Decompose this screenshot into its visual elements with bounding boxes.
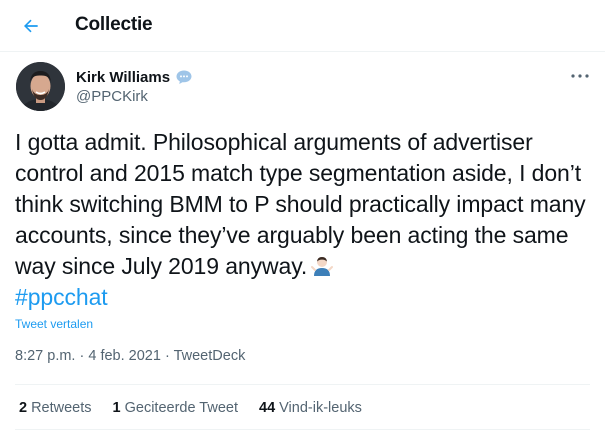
quotes-stat[interactable]: 1 Geciteerde Tweet [113, 400, 238, 416]
tweet-source[interactable]: TweetDeck [174, 348, 246, 364]
more-icon [571, 74, 589, 78]
page-title: Collectie [75, 14, 153, 35]
avatar[interactable] [16, 62, 65, 111]
tweet-date[interactable]: 4 feb. 2021 [88, 348, 161, 364]
man-shrugging-emoji-icon [311, 254, 334, 276]
tweet-body: I gotta admit. Philosophical arguments o… [15, 129, 586, 279]
hashtag-link[interactable]: #ppcchat [15, 284, 108, 310]
back-button[interactable] [15, 10, 47, 42]
tweet-meta: 8:27 p.m. · 4 feb. 2021 · TweetDeck [15, 348, 245, 364]
likes-stat[interactable]: 44 Vind-ik-leuks [259, 400, 362, 416]
tweet-time[interactable]: 8:27 p.m. [15, 348, 75, 364]
retweets-count: 2 [19, 400, 28, 416]
author-name[interactable]: Kirk Williams [76, 69, 170, 86]
translate-tweet-link[interactable]: Tweet vertalen [15, 317, 93, 331]
more-options-button[interactable] [565, 64, 595, 88]
tweet-text: I gotta admit. Philosophical arguments o… [15, 127, 590, 313]
author-handle[interactable]: @PPCKirk [76, 88, 148, 105]
quotes-count: 1 [112, 400, 121, 416]
likes-count: 44 [259, 400, 276, 416]
meta-separator: · [164, 348, 170, 364]
retweets-label: Retweets [31, 400, 92, 416]
quotes-label: Geciteerde Tweet [124, 400, 238, 416]
retweets-stat[interactable]: 2 Retweets [19, 400, 92, 416]
top-bar: Collectie [0, 0, 605, 52]
speech-bubble-icon [175, 68, 193, 86]
tweet-stats: 2 Retweets 1 Geciteerde Tweet 44 Vind-ik-le… [19, 400, 383, 416]
meta-separator: · [79, 348, 85, 364]
arrow-left-icon [24, 19, 38, 33]
divider [15, 384, 590, 385]
likes-label: Vind-ik-leuks [279, 400, 362, 416]
author-name-row[interactable]: Kirk Williams [76, 68, 193, 86]
